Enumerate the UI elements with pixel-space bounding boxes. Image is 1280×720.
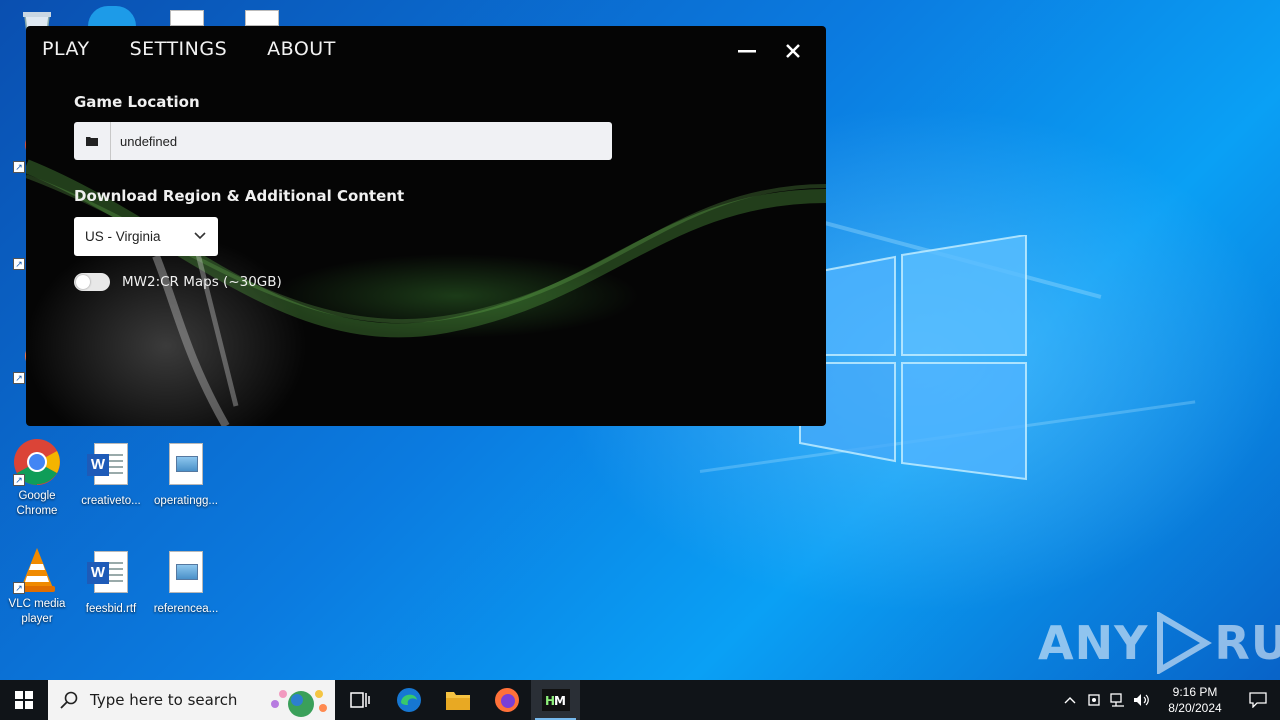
close-button[interactable]: [778, 36, 808, 66]
desktop-icon-label: operatingg...: [154, 495, 218, 507]
taskbar-h2m-launcher[interactable]: HM: [531, 680, 580, 720]
anyrun-watermark: ANY RUN: [1038, 612, 1280, 674]
speaker-icon: [1134, 694, 1149, 706]
network-button[interactable]: [1106, 680, 1130, 720]
mw2cr-maps-label: MW2:CR Maps (~30GB): [122, 274, 282, 290]
browse-folder-button[interactable]: [74, 122, 111, 160]
region-dropdown[interactable]: US - Virginia: [74, 217, 218, 256]
vlc-icon: ↗: [13, 546, 61, 594]
desktop-icon-label: referencea...: [153, 603, 219, 615]
taskbar-search-box[interactable]: Type here to search: [48, 680, 335, 720]
start-button[interactable]: [0, 680, 48, 720]
desktop-icon-vlc[interactable]: ↗ VLC media player: [0, 546, 74, 627]
edge-icon: [396, 688, 421, 712]
chrome-icon: ↗: [13, 438, 61, 486]
notification-icon: [1249, 692, 1267, 708]
taskbar-edge[interactable]: [384, 680, 433, 720]
tray-device-button[interactable]: [1082, 680, 1106, 720]
taskbar-firefox[interactable]: [482, 680, 531, 720]
desktop-icon-label: creativeto...: [81, 495, 141, 507]
image-file-icon: [162, 443, 210, 491]
clock-date: 8/20/2024: [1168, 701, 1222, 715]
chevron-down-icon: [194, 232, 206, 240]
minimize-button[interactable]: [732, 36, 762, 66]
desktop-icon-file-partial[interactable]: [170, 10, 204, 26]
folder-icon: [86, 137, 98, 146]
desktop-icon-file-partial[interactable]: [245, 10, 279, 26]
task-view-button[interactable]: [335, 680, 384, 720]
desktop-icon-label: feesbid.rtf: [85, 603, 137, 615]
desktop-icon-google-chrome[interactable]: ↗ Google Chrome: [0, 438, 74, 519]
game-location-field: [74, 122, 612, 160]
device-icon: [1088, 694, 1100, 706]
windows-start-icon: [15, 691, 33, 709]
task-view-icon: [349, 692, 370, 708]
file-explorer-icon: [445, 692, 470, 710]
desktop-icon-referencea[interactable]: referencea...: [149, 548, 223, 617]
search-icon: [60, 691, 78, 709]
tab-settings[interactable]: SETTINGS: [130, 38, 228, 60]
system-tray: 9:16 PM 8/20/2024: [1058, 680, 1280, 720]
tab-about[interactable]: ABOUT: [267, 38, 336, 60]
desktop-icon-edge-partial[interactable]: [88, 6, 136, 26]
desktop-icon-label: VLC media player: [8, 598, 66, 625]
minimize-icon: [738, 50, 756, 53]
mw2cr-maps-toggle[interactable]: [74, 273, 110, 291]
firefox-icon: [494, 688, 519, 712]
desktop-icon-label: Google Chrome: [16, 490, 58, 517]
play-logo-icon: [1157, 612, 1213, 674]
taskbar-file-explorer[interactable]: [433, 680, 482, 720]
game-location-input[interactable]: [111, 133, 591, 149]
app-nav: PLAY SETTINGS ABOUT: [42, 38, 336, 60]
clock-time: 9:16 PM: [1172, 685, 1218, 699]
word-doc-icon: W: [87, 551, 135, 599]
game-location-label: Game Location: [74, 93, 200, 111]
region-label: Download Region & Additional Content: [74, 187, 405, 205]
svg-text:M: M: [554, 694, 566, 708]
chevron-up-icon: [1064, 697, 1076, 704]
toggle-knob: [76, 275, 90, 289]
taskbar-clock[interactable]: 9:16 PM 8/20/2024: [1154, 684, 1236, 716]
search-highlight-art-icon: [271, 690, 327, 717]
desktop-icon-feesbid[interactable]: W feesbid.rtf: [74, 548, 148, 617]
show-hidden-icons-button[interactable]: [1058, 680, 1082, 720]
desktop-icon-operatingg[interactable]: operatingg...: [149, 440, 223, 509]
desktop-icon-creativeto[interactable]: W creativeto...: [74, 440, 148, 509]
close-icon: [786, 44, 800, 58]
h2m-launcher-icon: HM: [541, 689, 570, 711]
action-center-button[interactable]: [1236, 680, 1280, 720]
image-file-icon: [162, 551, 210, 599]
windows-wallpaper-logo: [799, 235, 1027, 481]
launcher-window: PLAY SETTINGS ABOUT Game Location Downlo…: [26, 26, 826, 426]
word-doc-icon: W: [87, 443, 135, 491]
volume-button[interactable]: [1130, 680, 1154, 720]
taskbar: Type here to search HM 9:16 PM 8/20/2024: [0, 680, 1280, 720]
network-icon: [1110, 693, 1124, 707]
tab-play[interactable]: PLAY: [42, 38, 90, 60]
search-placeholder: Type here to search: [90, 691, 238, 709]
region-selected-value: US - Virginia: [85, 229, 161, 244]
